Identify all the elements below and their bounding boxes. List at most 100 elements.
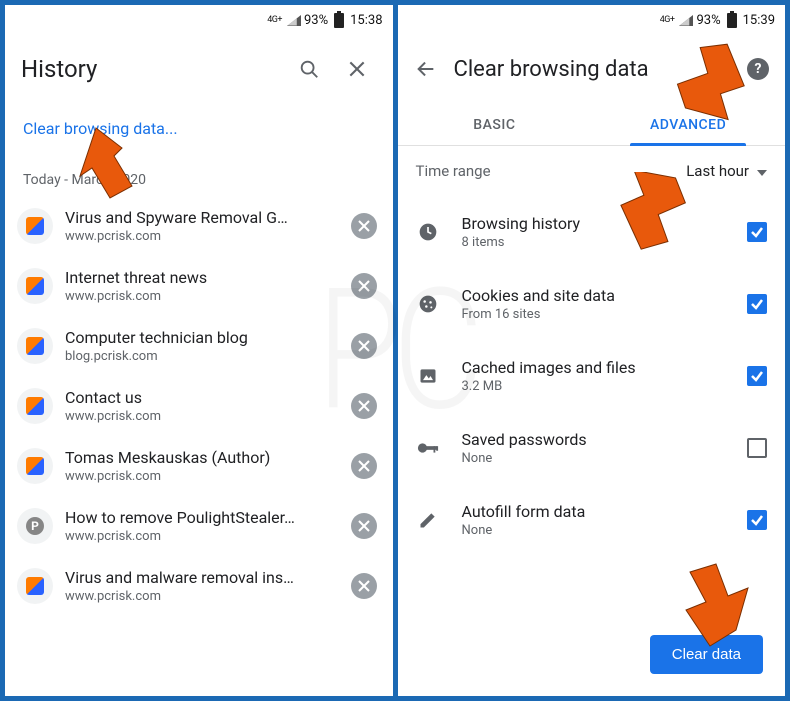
checkbox[interactable] xyxy=(747,294,767,314)
clear-item-subtitle: None xyxy=(462,523,726,538)
clear-data-list: Browsing history 8 items Cookies and site … xyxy=(398,196,786,556)
clear-item-title: Cookies and site data xyxy=(462,286,726,305)
clear-item-text: Autofill form data None xyxy=(462,502,726,538)
history-text: Computer technician blog blog.pcrisk.com xyxy=(65,328,339,364)
clear-item-text: Cookies and site data From 16 sites xyxy=(462,286,726,322)
history-title: Internet threat news xyxy=(65,268,339,287)
favicon xyxy=(17,388,53,424)
clear-item-text: Saved passwords None xyxy=(462,430,726,466)
history-title: Computer technician blog xyxy=(65,328,339,347)
clear-item-subtitle: 3.2 MB xyxy=(462,379,726,394)
delete-icon[interactable] xyxy=(351,213,377,239)
tab-basic[interactable]: BASIC xyxy=(398,103,592,145)
clear-item-key[interactable]: Saved passwords None xyxy=(416,412,768,484)
favicon xyxy=(17,328,53,364)
clear-item-text: Browsing history 8 items xyxy=(462,214,726,250)
chevron-down-icon xyxy=(757,162,767,180)
history-item[interactable]: P How to remove PoulightStealer… www.pcris… xyxy=(5,496,393,556)
back-icon[interactable] xyxy=(406,49,446,89)
checkbox[interactable] xyxy=(747,222,767,242)
close-icon[interactable] xyxy=(337,49,377,89)
time-range-value: Last hour xyxy=(686,162,749,180)
history-text: How to remove PoulightStealer… www.pcrisk… xyxy=(65,508,339,544)
clear-item-title: Autofill form data xyxy=(462,502,726,521)
checkbox[interactable] xyxy=(747,438,767,458)
clear-item-clock[interactable]: Browsing history 8 items xyxy=(416,196,768,268)
clock: 15:38 xyxy=(350,13,382,28)
clear-item-pencil[interactable]: Autofill form data None xyxy=(416,484,768,556)
history-item[interactable]: Virus and malware removal ins… www.pcrisk… xyxy=(5,556,393,616)
pencil-icon xyxy=(416,510,440,530)
clear-item-subtitle: None xyxy=(462,451,726,466)
help-icon[interactable]: ? xyxy=(747,58,769,80)
clear-item-subtitle: From 16 sites xyxy=(462,307,726,322)
image-icon xyxy=(416,366,440,386)
search-icon[interactable] xyxy=(289,49,329,89)
delete-icon[interactable] xyxy=(351,333,377,359)
battery-percent: 93% xyxy=(304,13,328,28)
history-url: www.pcrisk.com xyxy=(65,529,339,544)
history-title: Virus and Spyware Removal G… xyxy=(65,208,339,227)
clear-item-image[interactable]: Cached images and files 3.2 MB xyxy=(416,340,768,412)
clear-item-subtitle: 8 items xyxy=(462,235,726,250)
delete-icon[interactable] xyxy=(351,453,377,479)
delete-icon[interactable] xyxy=(351,393,377,419)
network-indicator: 4G+ xyxy=(267,15,282,25)
history-item[interactable]: Contact uswww.pcrisk.com xyxy=(5,376,393,436)
history-item[interactable]: Tomas Meskauskas (Author) www.pcrisk.com xyxy=(5,436,393,496)
battery-percent: 93% xyxy=(696,13,720,28)
time-range-selector[interactable]: Time range Last hour xyxy=(398,146,786,196)
clear-item-text: Cached images and files 3.2 MB xyxy=(462,358,726,394)
favicon xyxy=(17,268,53,304)
clear-data-button[interactable]: Clear data xyxy=(650,635,763,674)
history-title: Tomas Meskauskas (Author) xyxy=(65,448,339,467)
history-title: How to remove PoulightStealer… xyxy=(65,508,339,527)
history-title: Virus and malware removal ins… xyxy=(65,568,339,587)
favicon xyxy=(17,448,53,484)
cookie-icon xyxy=(416,294,440,314)
checkbox[interactable] xyxy=(747,366,767,386)
history-list[interactable]: Virus and Spyware Removal G… www.pcrisk.c… xyxy=(5,196,393,696)
history-text: Virus and Spyware Removal G…www.pcrisk.c… xyxy=(65,208,339,244)
app-bar: History xyxy=(5,35,393,103)
history-item[interactable]: Virus and Spyware Removal G…www.pcrisk.c… xyxy=(5,196,393,256)
time-range-label: Time range xyxy=(416,162,491,180)
history-url: www.pcrisk.com xyxy=(65,289,339,304)
clear-browsing-data-link[interactable]: Clear browsing data... xyxy=(5,103,393,154)
page-title: Clear browsing data xyxy=(454,57,740,82)
history-url: blog.pcrisk.com xyxy=(65,349,339,364)
history-text: Virus and malware removal ins… www.pcrisk… xyxy=(65,568,339,604)
clear-data-screen: 4G+ 93% 15:39 Clear browsing data ? BASI… xyxy=(398,5,786,696)
app-bar: Clear browsing data ? xyxy=(398,35,786,103)
history-url: www.pcrisk.com xyxy=(65,469,339,484)
clear-item-cookie[interactable]: Cookies and site data From 16 sites xyxy=(416,268,768,340)
page-title: History xyxy=(21,55,281,83)
status-bar: 4G+ 93% 15:39 xyxy=(398,5,786,35)
checkbox[interactable] xyxy=(747,510,767,530)
delete-icon[interactable] xyxy=(351,573,377,599)
history-url: www.pcrisk.com xyxy=(65,589,339,604)
status-bar: 4G+ 93% 15:38 xyxy=(5,5,393,35)
history-screen: 4G+ 93% 15:38 History Clear browsing dat… xyxy=(5,5,393,696)
history-item[interactable]: Computer technician blog blog.pcrisk.com xyxy=(5,316,393,376)
date-header: Today - March 2020 xyxy=(5,154,393,196)
tab-advanced[interactable]: ADVANCED xyxy=(591,103,785,145)
battery-icon xyxy=(334,13,344,28)
delete-icon[interactable] xyxy=(351,273,377,299)
clock: 15:39 xyxy=(743,13,775,28)
clear-item-title: Saved passwords xyxy=(462,430,726,449)
signal-icon xyxy=(287,15,301,26)
favicon: P xyxy=(17,508,53,544)
favicon xyxy=(17,208,53,244)
clock-icon xyxy=(416,222,440,242)
history-item[interactable]: Internet threat news www.pcrisk.com xyxy=(5,256,393,316)
network-indicator: 4G+ xyxy=(660,15,675,25)
history-text: Contact uswww.pcrisk.com xyxy=(65,388,339,424)
clear-item-title: Cached images and files xyxy=(462,358,726,377)
favicon xyxy=(17,568,53,604)
clear-item-title: Browsing history xyxy=(462,214,726,233)
delete-icon[interactable] xyxy=(351,513,377,539)
battery-icon xyxy=(727,13,737,28)
tabs: BASIC ADVANCED xyxy=(398,103,786,146)
key-icon xyxy=(416,441,440,455)
